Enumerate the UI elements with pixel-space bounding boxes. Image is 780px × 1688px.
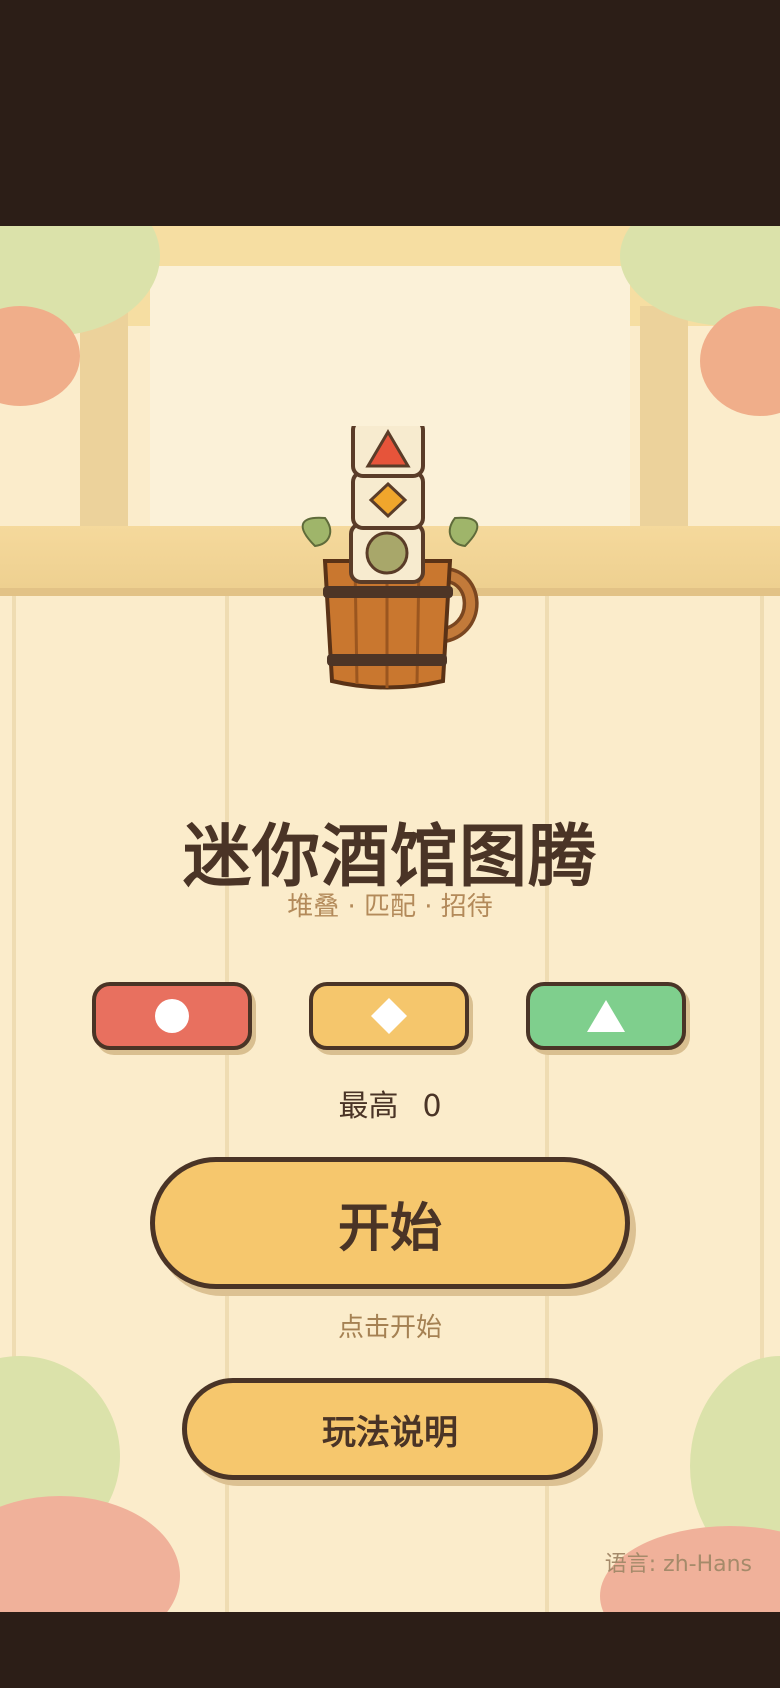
start-button[interactable]: 开始 — [150, 1157, 630, 1289]
start-hint: 点击开始 — [337, 1313, 442, 1343]
best-score: 最高 0 — [0, 1081, 780, 1125]
foliage-bottom-left-accent — [0, 1496, 180, 1612]
language-indicator[interactable]: 语言: zh-Hans — [605, 1546, 752, 1578]
circle-icon — [155, 999, 189, 1033]
totem-mug-logo — [301, 426, 479, 690]
letterbox-bottom — [0, 1612, 780, 1688]
diamond-icon — [371, 998, 407, 1034]
triangle-icon — [587, 1000, 625, 1032]
wall-post — [640, 306, 688, 536]
letterbox-top — [0, 0, 780, 226]
diamond-shape-button[interactable] — [309, 982, 469, 1050]
circle-shape-button[interactable] — [92, 982, 252, 1050]
triangle-shape-button[interactable] — [526, 982, 686, 1050]
best-score-value: 0 — [422, 1089, 442, 1124]
best-score-label: 最高 — [338, 1089, 399, 1124]
how-to-play-button[interactable]: 玩法说明 — [182, 1378, 598, 1480]
game-subtitle: 堆叠 · 匹配 · 招待 — [287, 892, 493, 922]
wall-post — [80, 306, 128, 536]
title-screen: 迷你酒馆图腾 堆叠 · 匹配 · 招待 最高 0 开始 点击开始 玩法说明 语言:… — [0, 226, 780, 1612]
